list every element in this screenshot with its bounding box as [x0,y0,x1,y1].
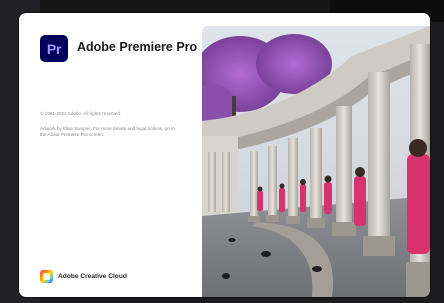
splash-info-panel: Pr Adobe Premiere Pro © 1991-2022 Adobe.… [19,13,202,297]
copyright-text: © 1991-2022 Adobe. All rights reserved. [40,111,122,116]
creative-cloud-label: Adobe Creative Cloud [58,273,127,280]
creative-cloud-branding: Adobe Creative Cloud [40,270,127,283]
creative-cloud-icon [40,270,53,283]
artwork-credit: Artwork by Elise Swopes. For more detail… [40,126,175,138]
app-name: Adobe Premiere Pro [77,40,198,54]
splash-screen: Pr Adobe Premiere Pro © 1991-2022 Adobe.… [19,13,430,297]
splash-artwork-image [202,26,430,297]
premiere-pro-logo-icon: Pr [40,35,68,62]
logo-text: Pr [46,40,62,57]
